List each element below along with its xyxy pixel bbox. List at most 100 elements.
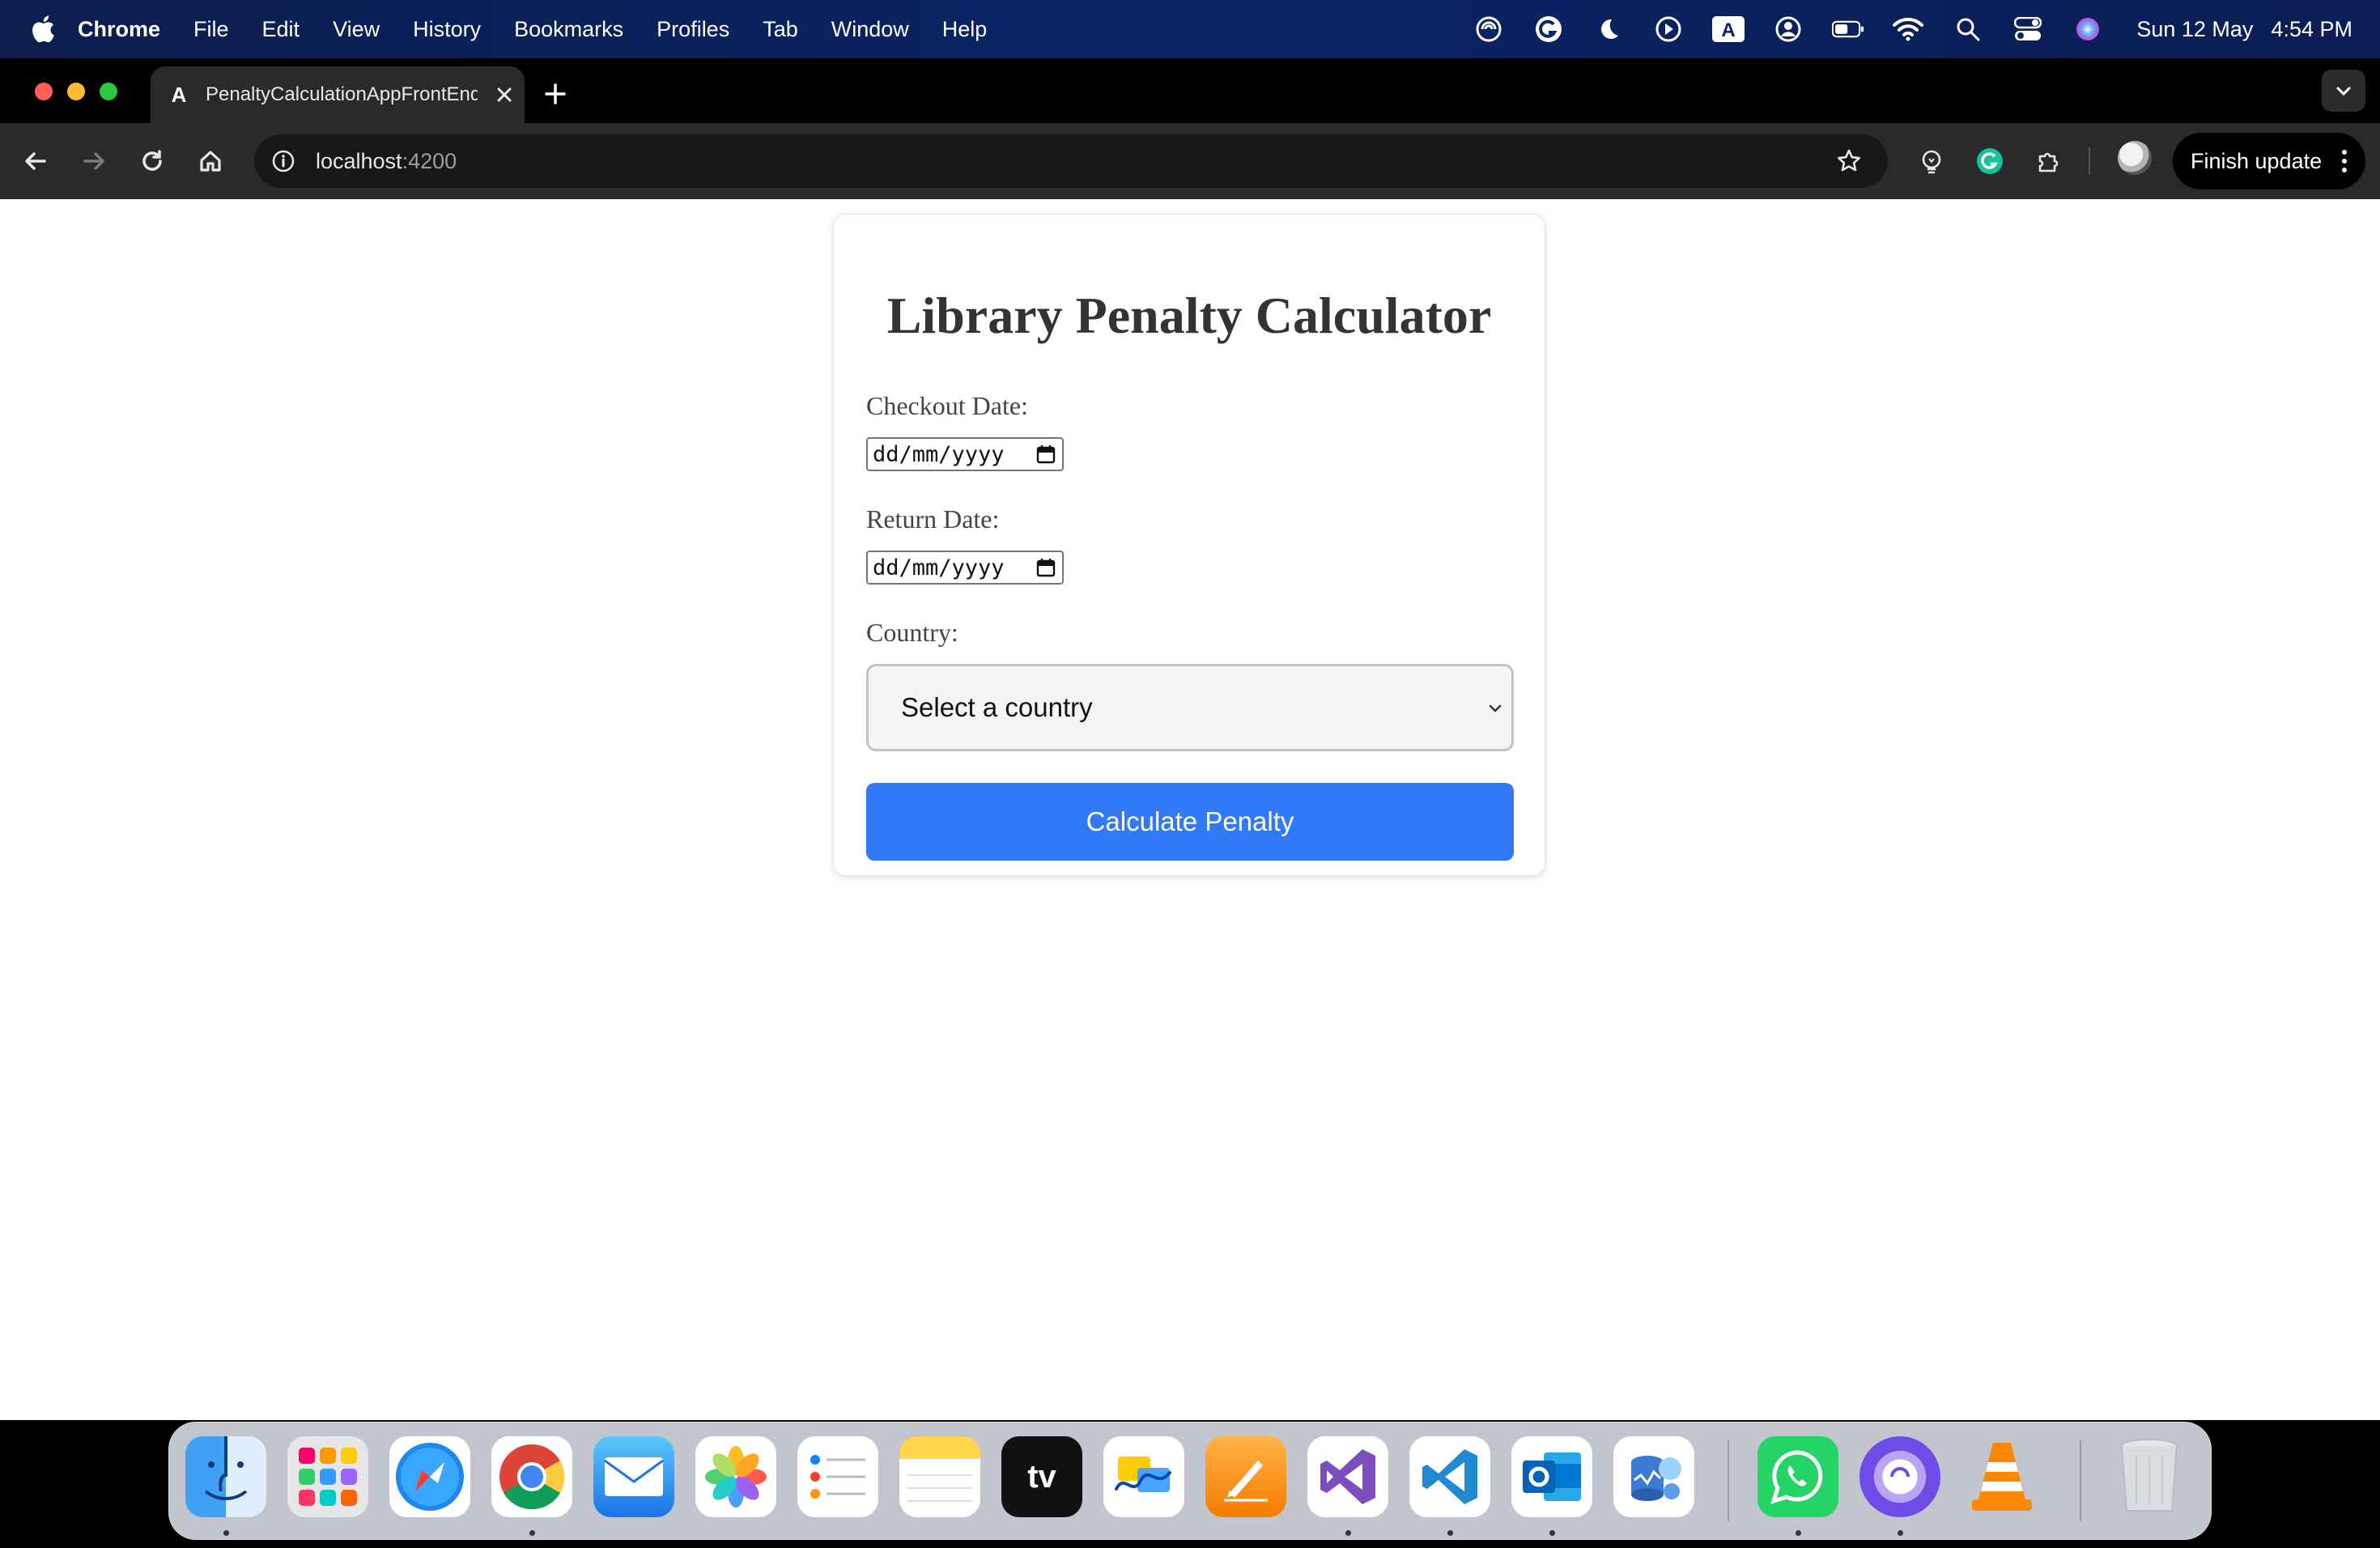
menubar-date[interactable]: Sun 12 May bbox=[2136, 17, 2253, 42]
checkout-date-label: Checkout Date: bbox=[866, 391, 1028, 420]
dock-separator bbox=[2080, 1440, 2081, 1521]
input-source-icon[interactable]: A bbox=[1712, 13, 1745, 45]
browser-tab-active[interactable]: A PenaltyCalculationAppFrontEnd bbox=[151, 66, 525, 123]
browser-toolbar: localhost:4200 Finish update bbox=[0, 123, 2380, 199]
vscode-running-dot bbox=[1447, 1530, 1453, 1536]
lightbulb-extension-icon[interactable] bbox=[1914, 143, 1949, 179]
reminders-icon[interactable] bbox=[797, 1436, 878, 1517]
back-button[interactable] bbox=[18, 143, 53, 179]
new-tab-button[interactable] bbox=[539, 78, 572, 110]
moon-icon[interactable] bbox=[1592, 13, 1625, 45]
calendar-icon[interactable] bbox=[1036, 444, 1056, 464]
visual-studio-running-dot bbox=[1345, 1530, 1351, 1536]
address-bar[interactable]: localhost:4200 bbox=[254, 134, 1888, 188]
menu-history[interactable]: History bbox=[413, 17, 481, 42]
trash-icon[interactable] bbox=[2109, 1436, 2190, 1517]
siri-like-icon[interactable] bbox=[1473, 13, 1505, 45]
menu-chrome[interactable]: Chrome bbox=[78, 17, 160, 42]
menu-view[interactable]: View bbox=[333, 17, 380, 42]
menu-tab[interactable]: Tab bbox=[763, 17, 798, 42]
wifi-icon[interactable] bbox=[1892, 13, 1924, 45]
window-close-button[interactable] bbox=[35, 83, 53, 100]
outlook-icon[interactable] bbox=[1511, 1436, 1592, 1517]
finish-update-label: Finish update bbox=[2191, 148, 2323, 173]
whatsapp-running-dot bbox=[1796, 1530, 1801, 1536]
control-center-icon[interactable] bbox=[2012, 13, 2044, 45]
country-select[interactable]: Select a country bbox=[866, 664, 1514, 751]
input-source-label: A bbox=[1722, 19, 1736, 41]
return-date-input[interactable]: dd/mm/yyyy bbox=[866, 551, 1064, 585]
apple-menu-icon[interactable] bbox=[31, 15, 55, 43]
user-icon[interactable] bbox=[1772, 13, 1804, 45]
mail-icon[interactable] bbox=[593, 1436, 674, 1517]
menu-edit[interactable]: Edit bbox=[262, 17, 300, 42]
site-info-icon[interactable] bbox=[267, 145, 300, 177]
vscode-icon[interactable] bbox=[1409, 1436, 1490, 1517]
calendar-icon[interactable] bbox=[1036, 558, 1056, 577]
extensions-puzzle-icon[interactable] bbox=[2030, 143, 2066, 179]
menu-profiles[interactable]: Profiles bbox=[657, 17, 729, 42]
return-date-placeholder: dd/mm/yyyy bbox=[873, 555, 1005, 580]
checkout-date-placeholder: dd/mm/yyyy bbox=[873, 441, 1005, 467]
azure-data-studio-icon[interactable] bbox=[1613, 1436, 1694, 1517]
photos-icon[interactable] bbox=[695, 1436, 776, 1517]
macos-menu-bar: Chrome File Edit View History Bookmarks … bbox=[0, 0, 2380, 58]
siri-icon[interactable] bbox=[2072, 13, 2104, 45]
grammarly-icon[interactable] bbox=[1532, 13, 1565, 45]
return-date-label: Return Date: bbox=[866, 504, 1000, 534]
status-area: A Sun 12 May 4:54 PM bbox=[1445, 0, 2352, 58]
profile-avatar[interactable] bbox=[2118, 141, 2152, 175]
more-menu-icon[interactable] bbox=[2336, 147, 2352, 176]
toolbar-divider bbox=[2089, 147, 2090, 175]
safari-icon[interactable] bbox=[389, 1436, 470, 1517]
browser-tab-strip: A PenaltyCalculationAppFrontEnd bbox=[0, 58, 2380, 123]
visual-studio-icon[interactable] bbox=[1307, 1436, 1388, 1517]
home-button[interactable] bbox=[193, 143, 228, 179]
notes-icon[interactable] bbox=[899, 1436, 980, 1517]
chrome-icon[interactable] bbox=[491, 1436, 572, 1517]
macos-dock: tv bbox=[168, 1422, 2212, 1540]
play-icon[interactable] bbox=[1652, 13, 1685, 45]
page-title: Library Penalty Calculator bbox=[886, 287, 1492, 344]
tab-search-button[interactable] bbox=[2322, 70, 2365, 112]
freeform-icon[interactable] bbox=[1103, 1436, 1184, 1517]
whatsapp-icon[interactable] bbox=[1757, 1436, 1838, 1517]
country-select-value: Select a country bbox=[901, 692, 1093, 722]
search-icon[interactable] bbox=[1952, 13, 1984, 45]
menu-help[interactable]: Help bbox=[942, 17, 988, 42]
grammarly-extension-icon[interactable] bbox=[1972, 143, 2008, 179]
chrome-running-dot bbox=[529, 1530, 535, 1536]
tab-title: PenaltyCalculationAppFrontEnd bbox=[206, 83, 478, 105]
country-label: Country: bbox=[866, 618, 958, 647]
battery-icon[interactable] bbox=[1832, 13, 1864, 45]
pages-icon[interactable] bbox=[1205, 1436, 1286, 1517]
window-minimize-button[interactable] bbox=[67, 83, 85, 100]
finder-running-dot bbox=[223, 1530, 229, 1536]
dock-separator bbox=[1728, 1440, 1729, 1521]
finder-icon[interactable] bbox=[185, 1436, 266, 1517]
menu-bookmarks[interactable]: Bookmarks bbox=[514, 17, 623, 42]
window-zoom-button[interactable] bbox=[100, 83, 117, 100]
url-text[interactable]: localhost:4200 bbox=[316, 149, 457, 174]
finish-update-button[interactable]: Finish update bbox=[2173, 133, 2365, 189]
menu-window[interactable]: Window bbox=[831, 17, 909, 42]
bittorrent-icon[interactable] bbox=[1859, 1436, 1940, 1517]
reload-button[interactable] bbox=[134, 143, 170, 179]
tab-close-icon[interactable] bbox=[492, 83, 516, 107]
menu-file[interactable]: File bbox=[193, 17, 229, 42]
calculate-penalty-button[interactable]: Calculate Penalty bbox=[866, 783, 1514, 861]
page-viewport: Library Penalty Calculator Checkout Date… bbox=[0, 199, 2380, 1420]
launchpad-icon[interactable] bbox=[287, 1436, 368, 1517]
menubar-time[interactable]: 4:54 PM bbox=[2271, 17, 2352, 42]
forward-button[interactable] bbox=[76, 143, 112, 179]
apple-tv-label: tv bbox=[1027, 1458, 1056, 1495]
vlc-icon[interactable] bbox=[1961, 1436, 2042, 1517]
url-host: localhost bbox=[316, 148, 402, 173]
chevron-down-icon bbox=[1489, 704, 1502, 712]
bittorrent-running-dot bbox=[1898, 1530, 1903, 1536]
angular-favicon-icon: A bbox=[171, 82, 187, 107]
checkout-date-input[interactable]: dd/mm/yyyy bbox=[866, 437, 1064, 471]
bookmark-star-icon[interactable] bbox=[1833, 145, 1865, 177]
apple-tv-icon[interactable]: tv bbox=[1001, 1436, 1082, 1517]
outlook-running-dot bbox=[1549, 1530, 1555, 1536]
